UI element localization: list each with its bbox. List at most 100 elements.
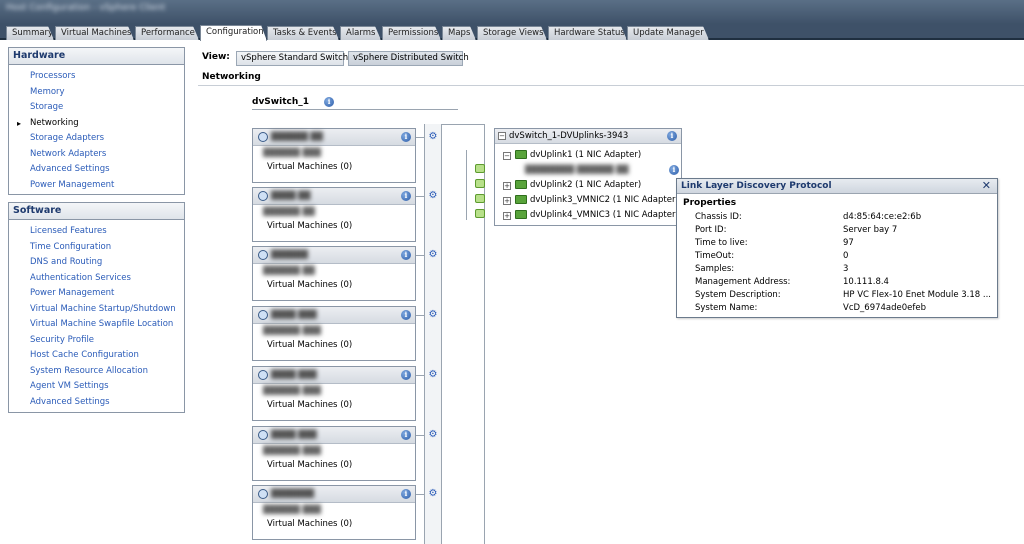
- collapse-icon[interactable]: −: [503, 152, 511, 160]
- expand-icon[interactable]: +: [503, 197, 511, 205]
- nic-icon: [515, 210, 527, 219]
- port-policy-icon[interactable]: ⚙: [427, 309, 439, 321]
- hardware-panel: Hardware Processors Memory Storage Netwo…: [8, 47, 185, 195]
- tab-virtual-machines[interactable]: Virtual Machines: [55, 26, 134, 40]
- tab-storage-views[interactable]: Storage Views: [477, 26, 547, 40]
- switch-backbone: [424, 124, 442, 544]
- uplinks-panel: − dvSwitch_1-DVUplinks-3943 i − dvUplink…: [494, 128, 682, 226]
- uplink-row-4[interactable]: + dvUplink4_VMNIC3 (1 NIC Adapter): [503, 210, 679, 220]
- tab-summary[interactable]: Summary: [6, 26, 54, 40]
- software-panel: Software Licensed Features Time Configur…: [8, 202, 185, 413]
- tab-permissions[interactable]: Permissions: [382, 26, 441, 40]
- port-group-info-icon[interactable]: i: [401, 132, 411, 142]
- port-policy-icon[interactable]: ⚙: [427, 131, 439, 143]
- uplink-row-1[interactable]: − dvUplink1 (1 NIC Adapter): [503, 150, 641, 160]
- hardware-item-power-management[interactable]: Power Management: [9, 178, 184, 194]
- port-group-info-icon[interactable]: i: [401, 191, 411, 201]
- port-group-vm-count: Virtual Machines (0): [267, 519, 353, 529]
- port-policy-icon[interactable]: ⚙: [427, 488, 439, 500]
- expand-icon[interactable]: +: [503, 182, 511, 190]
- hardware-item-storage[interactable]: Storage: [9, 100, 184, 116]
- section-divider: [198, 85, 1024, 86]
- software-item-vm-swapfile-location[interactable]: Virtual Machine Swapfile Location: [9, 317, 184, 333]
- port-group-6[interactable]: ████ ███ i ██████ ███ Virtual Machines (0…: [252, 426, 416, 481]
- port-group-vm-count: Virtual Machines (0): [267, 340, 353, 350]
- port-group-4[interactable]: ████ ███ i ██████ ███ Virtual Machines (0…: [252, 306, 416, 361]
- port-group-7[interactable]: ███████ i ██████ ███ Virtual Machines (0): [252, 485, 416, 540]
- software-item-security-profile[interactable]: Security Profile: [9, 333, 184, 349]
- hardware-item-network-adapters[interactable]: Network Adapters: [9, 147, 184, 163]
- port-group-icon: [258, 489, 268, 499]
- hardware-item-memory[interactable]: Memory: [9, 85, 184, 101]
- software-item-time-configuration[interactable]: Time Configuration: [9, 240, 184, 256]
- port-group-vm-count: Virtual Machines (0): [267, 162, 353, 172]
- tab-update-manager[interactable]: Update Manager: [627, 26, 709, 40]
- software-item-agent-vm-settings[interactable]: Agent VM Settings: [9, 379, 184, 395]
- software-panel-title: Software: [9, 203, 184, 220]
- uplink-port-3[interactable]: [475, 194, 485, 203]
- uplink-info-icon[interactable]: i: [669, 165, 679, 175]
- port-policy-icon[interactable]: ⚙: [427, 249, 439, 261]
- hardware-item-processors[interactable]: Processors: [9, 69, 184, 85]
- uplink-port-2[interactable]: [475, 179, 485, 188]
- port-group-info-icon[interactable]: i: [401, 489, 411, 499]
- collapse-icon[interactable]: −: [498, 132, 506, 140]
- lldp-row: Samples: 3: [695, 264, 849, 274]
- uplink-port-1[interactable]: [475, 164, 485, 173]
- tab-maps[interactable]: Maps: [442, 26, 476, 40]
- dvswitch-info-icon[interactable]: i: [324, 97, 335, 107]
- uplink-row-3[interactable]: + dvUplink3_VMNIC2 (1 NIC Adapter): [503, 195, 679, 205]
- nic-icon: [515, 195, 527, 204]
- tab-tasks-events[interactable]: Tasks & Events: [267, 26, 339, 40]
- port-group-5[interactable]: ████ ███ i ██████ ███ Virtual Machines (0…: [252, 366, 416, 421]
- uplink-row-2[interactable]: + dvUplink2 (1 NIC Adapter): [503, 180, 641, 190]
- hardware-item-storage-adapters[interactable]: Storage Adapters: [9, 131, 184, 147]
- tab-alarms[interactable]: Alarms: [340, 26, 381, 40]
- software-item-host-cache-configuration[interactable]: Host Cache Configuration: [9, 348, 184, 364]
- hardware-panel-title: Hardware: [9, 48, 184, 65]
- lldp-popup: Link Layer Discovery Protocol ✕ Properti…: [676, 178, 998, 318]
- software-item-advanced-settings[interactable]: Advanced Settings: [9, 395, 184, 411]
- dvswitch-title: dvSwitch_1 i: [252, 97, 335, 107]
- view-standard-switch-button[interactable]: vSphere Standard Switch: [236, 51, 348, 66]
- window-title: Host Configuration - vSphere Client: [6, 3, 166, 13]
- nic-icon: [515, 180, 527, 189]
- view-distributed-switch-button[interactable]: vSphere Distributed Switch: [348, 51, 469, 66]
- tab-configuration[interactable]: Configuration: [200, 25, 267, 41]
- port-group-info-icon[interactable]: i: [401, 310, 411, 320]
- close-icon[interactable]: ✕: [982, 179, 991, 193]
- port-group-icon: [258, 430, 268, 440]
- software-item-vm-startup-shutdown[interactable]: Virtual Machine Startup/Shutdown: [9, 302, 184, 318]
- port-group-icon: [258, 310, 268, 320]
- tab-hardware-status[interactable]: Hardware Status: [548, 26, 627, 40]
- software-item-licensed-features[interactable]: Licensed Features: [9, 224, 184, 240]
- port-group-icon: [258, 250, 268, 260]
- title-bar: Host Configuration - vSphere Client: [0, 0, 1024, 24]
- port-group-info-icon[interactable]: i: [401, 250, 411, 260]
- port-group-3[interactable]: ██████ i ██████ ██ Virtual Machines (0): [252, 246, 416, 301]
- lldp-row: TimeOut: 0: [695, 251, 849, 261]
- port-policy-icon[interactable]: ⚙: [427, 429, 439, 441]
- software-item-power-management[interactable]: Power Management: [9, 286, 184, 302]
- port-group-info-icon[interactable]: i: [401, 370, 411, 380]
- hardware-item-networking[interactable]: Networking: [9, 116, 184, 132]
- uplinks-info-icon[interactable]: i: [667, 131, 677, 141]
- expand-icon[interactable]: +: [503, 212, 511, 220]
- software-item-dns-routing[interactable]: DNS and Routing: [9, 255, 184, 271]
- lldp-row: System Description: HP VC Flex-10 Enet Mo…: [695, 290, 991, 300]
- port-group-info-icon[interactable]: i: [401, 430, 411, 440]
- lldp-properties-label: Properties: [683, 198, 737, 208]
- software-item-authentication-services[interactable]: Authentication Services: [9, 271, 184, 287]
- software-item-system-resource-allocation[interactable]: System Resource Allocation: [9, 364, 184, 380]
- tab-performance[interactable]: Performance: [135, 26, 199, 40]
- uplinks-title: dvSwitch_1-DVUplinks-3943: [509, 131, 629, 141]
- port-group-2[interactable]: ████ ██ i ██████ ██ Virtual Machines (0): [252, 187, 416, 242]
- port-group-icon: [258, 191, 268, 201]
- dvswitch-name: dvSwitch_1: [252, 97, 309, 107]
- view-label: View:: [202, 52, 230, 62]
- hardware-item-advanced-settings[interactable]: Advanced Settings: [9, 162, 184, 178]
- port-group-1[interactable]: ██████ ██ i ██████ ███ Virtual Machines (…: [252, 128, 416, 183]
- port-policy-icon[interactable]: ⚙: [427, 369, 439, 381]
- port-policy-icon[interactable]: ⚙: [427, 190, 439, 202]
- uplink-port-4[interactable]: [475, 209, 485, 218]
